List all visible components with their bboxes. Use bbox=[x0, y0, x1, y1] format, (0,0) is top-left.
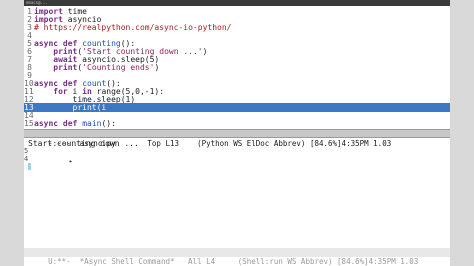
emacs-frame: emacs@... 1 import time 2 import asyncio 3 # … bbox=[24, 0, 450, 266]
code-line[interactable]: 15 async def main(): bbox=[24, 119, 450, 128]
code-text: async def main(): bbox=[34, 119, 116, 128]
shell-cursor bbox=[28, 163, 31, 170]
code-token: async def bbox=[34, 119, 78, 128]
window-title: emacs@... bbox=[26, 0, 48, 5]
shell-output-pane[interactable]: Start counting down ... 5 4 bbox=[24, 139, 450, 247]
code-token: (): bbox=[101, 119, 116, 128]
shell-modeline: U:**- *Async Shell Command* All L4 (Shel… bbox=[24, 248, 450, 266]
shell-output-line: 4 bbox=[24, 155, 450, 164]
code-token: main bbox=[82, 119, 102, 128]
editor-modeline: -:--- async.py Top L13 (Python WS ElDoc … bbox=[24, 129, 450, 148]
code-editor-pane[interactable]: 1 import time 2 import asyncio 3 # https://re… bbox=[24, 7, 450, 129]
mouse-pointer-icon: ▸ bbox=[69, 158, 73, 165]
shell-modeline-text: U:**- *Async Shell Command* All L4 (Shel… bbox=[48, 257, 419, 266]
line-number: 15 bbox=[24, 119, 34, 128]
window-title-bar: emacs@... bbox=[24, 0, 450, 6]
